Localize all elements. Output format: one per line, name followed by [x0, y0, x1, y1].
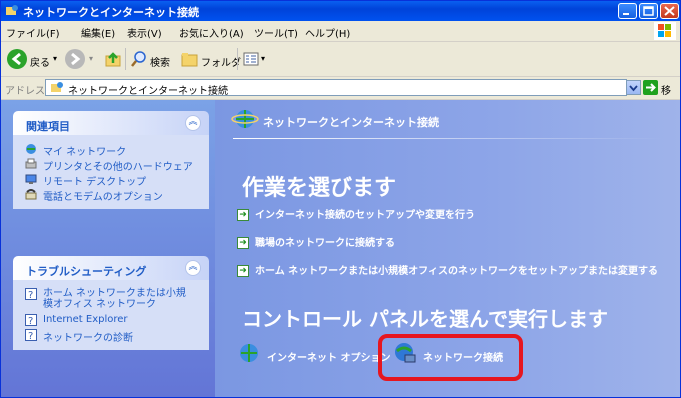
related-panel-title: 関連項目 — [26, 120, 70, 133]
related-item-label: リモート デスクトップ — [43, 177, 147, 188]
troubleshoot-panel: トラブルシューティング ︽ ? ホーム ネットワークまたは小規 模オフィス ネットワ… — [13, 256, 209, 350]
category-divider — [233, 138, 663, 139]
toolbar: 戻る ▾ ▾ 検索 フォルダ ▾ — [1, 42, 680, 77]
highlight-box — [378, 334, 523, 381]
menu-favorites[interactable]: お気に入り(A) — [179, 25, 244, 40]
window-title: ネットワークとインターネット接続 — [23, 6, 199, 19]
my-network-icon — [26, 144, 36, 154]
go-button[interactable] — [643, 80, 658, 95]
toolbar-separator — [125, 48, 126, 70]
pick-task-heading: 作業を選びます — [242, 176, 397, 201]
menu-view[interactable]: 表示(V) — [127, 25, 162, 40]
related-panel: 関連項目 ︽ マイ ネットワーク プリンタとその他のハードウェア リモート デス… — [13, 111, 209, 209]
close-button[interactable] — [660, 3, 679, 19]
title-bar[interactable]: ネットワークとインターネット接続 — [1, 1, 680, 21]
task-label: ホーム ネットワークまたは小規模オフィスのネットワークをセットアップまたは変更す… — [255, 266, 658, 277]
views-dropdown-icon[interactable]: ▾ — [261, 54, 265, 63]
category-title: ネットワークとインターネット接続 — [263, 116, 439, 129]
troubleshoot-item-home-network[interactable]: ? ホーム ネットワークまたは小規 模オフィス ネットワーク — [13, 288, 209, 312]
related-item-printers[interactable]: プリンタとその他のハードウェア — [13, 158, 209, 173]
troubleshoot-item-label: ネットワークの診断 — [43, 333, 133, 344]
troubleshoot-panel-body: ? ホーム ネットワークまたは小規 模オフィス ネットワーク ? Internet E… — [13, 280, 209, 350]
chevron-down-icon — [629, 85, 638, 92]
forward-dropdown-icon[interactable]: ▾ — [89, 54, 93, 63]
task-setup-internet[interactable]: ➜ インターネット接続のセットアップや変更を行う — [237, 206, 475, 221]
troubleshoot-item-diagnose[interactable]: ? ネットワークの診断 — [13, 329, 209, 344]
minimize-icon — [623, 13, 629, 15]
menu-tools[interactable]: ツール(T) — [254, 25, 298, 40]
windows-logo-icon — [654, 22, 676, 40]
cp-label: インターネット オプション — [267, 353, 391, 364]
folders-icon[interactable] — [181, 51, 199, 67]
collapse-chevron-icon[interactable]: ︽ — [185, 260, 201, 276]
menu-edit[interactable]: 編集(E) — [81, 25, 115, 40]
minimize-button[interactable] — [618, 3, 637, 19]
menu-bar: ファイル(F) 編集(E) 表示(V) お気に入り(A) ツール(T) ヘルプ(… — [1, 21, 680, 42]
help-icon: ? — [25, 288, 37, 300]
arrow-icon: ➜ — [237, 237, 249, 249]
back-button[interactable] — [7, 49, 27, 69]
menu-file[interactable]: ファイル(F) — [6, 25, 60, 40]
troubleshoot-item-label: Internet Explorer — [43, 314, 128, 325]
task-connect-workplace[interactable]: ➜ 職場のネットワークに接続する — [237, 234, 395, 249]
phone-icon — [25, 189, 37, 200]
address-dropdown-button[interactable] — [626, 80, 641, 95]
related-item-my-network[interactable]: マイ ネットワーク — [13, 143, 209, 158]
forward-button[interactable] — [65, 49, 85, 69]
views-icon[interactable] — [243, 51, 259, 67]
troubleshoot-item-line2: 模オフィス ネットワーク — [43, 299, 156, 310]
related-item-remote-desktop[interactable]: リモート デスクトップ — [13, 173, 209, 188]
pick-control-panel-heading: コントロール パネルを選んで実行します — [242, 307, 608, 331]
content-area: 関連項目 ︽ マイ ネットワーク プリンタとその他のハードウェア リモート デス… — [1, 100, 680, 397]
search-label[interactable]: 検索 — [150, 54, 170, 69]
toolbar-separator — [237, 48, 238, 70]
go-arrow-icon — [646, 83, 656, 92]
related-item-label: プリンタとその他のハードウェア — [43, 162, 193, 173]
troubleshoot-panel-header[interactable]: トラブルシューティング ︽ — [13, 256, 209, 280]
printer-icon — [25, 158, 37, 169]
task-label: 職場のネットワークに接続する — [255, 238, 395, 249]
help-icon: ? — [25, 314, 37, 326]
arrow-icon: ➜ — [237, 265, 249, 277]
search-icon[interactable] — [131, 51, 147, 67]
folders-label[interactable]: フォルダ — [201, 54, 241, 69]
up-folder-icon[interactable] — [104, 50, 122, 68]
address-field[interactable]: ネットワークとインターネット接続 — [45, 79, 627, 97]
network-folder-icon — [51, 82, 63, 92]
task-label: インターネット接続のセットアップや変更を行う — [255, 210, 475, 221]
address-bar: アドレス(D) ネットワークとインターネット接続 移動 — [1, 77, 680, 112]
related-item-label: 電話とモデムのオプション — [43, 192, 163, 203]
svg-text:?: ? — [28, 331, 33, 341]
related-item-label: マイ ネットワーク — [43, 147, 127, 158]
related-panel-body: マイ ネットワーク プリンタとその他のハードウェア リモート デスクトップ 電話… — [13, 135, 209, 209]
back-dropdown-icon[interactable]: ▾ — [53, 54, 57, 63]
svg-text:?: ? — [28, 316, 33, 326]
close-icon — [664, 6, 675, 16]
troubleshoot-panel-title: トラブルシューティング — [26, 265, 147, 278]
task-pane: 関連項目 ︽ マイ ネットワーク プリンタとその他のハードウェア リモート デス… — [1, 100, 215, 397]
troubleshoot-item-ie[interactable]: ? Internet Explorer — [13, 314, 209, 327]
collapse-chevron-icon[interactable]: ︽ — [185, 115, 201, 131]
related-panel-header[interactable]: 関連項目 ︽ — [13, 111, 209, 135]
maximize-button[interactable] — [639, 3, 658, 19]
menu-help[interactable]: ヘルプ(H) — [305, 25, 350, 40]
back-label[interactable]: 戻る — [30, 54, 50, 69]
internet-options-icon — [240, 344, 258, 362]
address-value: ネットワークとインターネット接続 — [68, 86, 228, 97]
forward-arrow-icon — [71, 52, 81, 66]
network-globe-icon — [231, 110, 259, 128]
maximize-icon — [643, 6, 654, 16]
arrow-icon: ➜ — [237, 209, 249, 221]
troubleshoot-item-line1: ホーム ネットワークまたは小規 — [43, 288, 186, 299]
explorer-window: ネットワークとインターネット接続 ファイル(F) 編集(E) 表示(V) お気に… — [0, 0, 681, 398]
remote-desktop-icon — [25, 174, 37, 184]
task-setup-home-network[interactable]: ➜ ホーム ネットワークまたは小規模オフィスのネットワークをセットアップまたは変更… — [237, 262, 658, 277]
network-folder-icon — [6, 5, 18, 15]
help-icon: ? — [25, 329, 37, 341]
svg-text:?: ? — [28, 290, 33, 300]
related-item-phone-modem[interactable]: 電話とモデムのオプション — [13, 188, 209, 203]
back-arrow-icon — [11, 52, 21, 66]
